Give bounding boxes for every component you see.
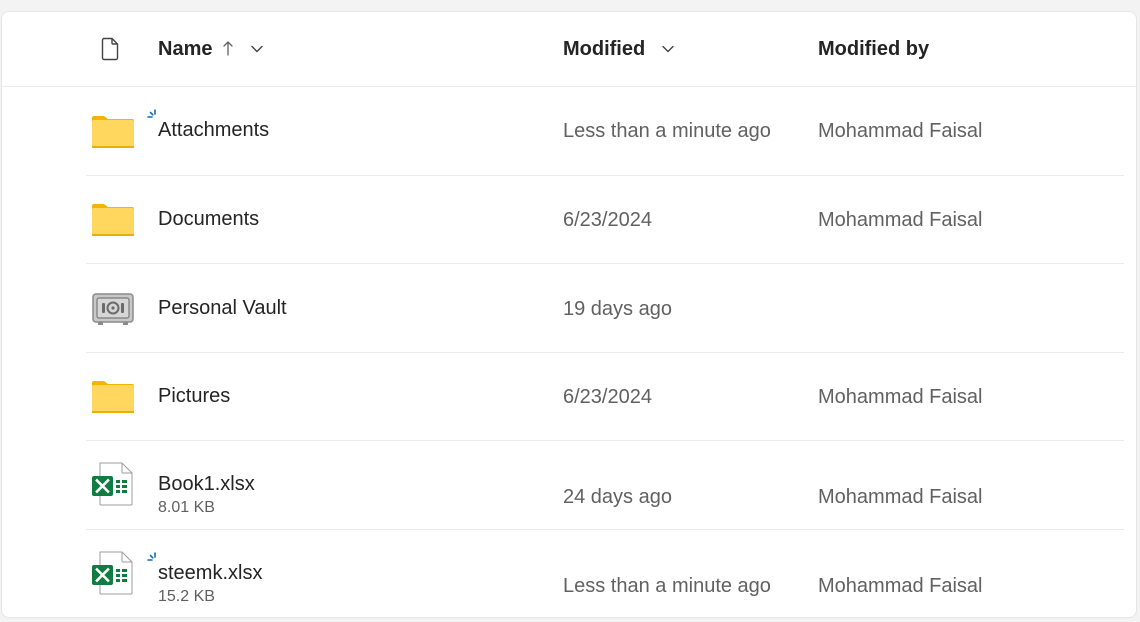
excel-file-icon (92, 551, 133, 595)
column-header-name[interactable]: Name (158, 36, 212, 62)
file-name[interactable]: Personal Vault (158, 295, 287, 321)
file-list-panel: Name Modified Modified by Attachments Le… (1, 11, 1137, 618)
file-modified-by: Mohammad Faisal (818, 486, 983, 508)
file-row[interactable]: Pictures 6/23/2024 Mohammad Faisal (86, 352, 1124, 441)
file-name[interactable]: Book1.xlsx (158, 471, 255, 497)
chevron-down-icon[interactable] (661, 44, 675, 54)
file-modified: Less than a minute ago (563, 120, 771, 142)
excel-file-icon (92, 462, 133, 506)
file-modified-by: Mohammad Faisal (818, 209, 983, 231)
folder-icon (92, 381, 134, 413)
file-size: 8.01 KB (158, 499, 215, 516)
sort-ascending-arrow-icon (223, 41, 233, 56)
file-size: 15.2 KB (158, 588, 215, 605)
file-name[interactable]: Pictures (158, 383, 230, 409)
folder-icon (92, 204, 134, 236)
file-modified-by: Mohammad Faisal (818, 386, 983, 408)
column-header-modified[interactable]: Modified (563, 36, 645, 62)
file-row[interactable]: Book1.xlsx 8.01 KB 24 days ago Mohammad … (86, 441, 1124, 530)
file-modified-by: Mohammad Faisal (818, 575, 983, 597)
file-modified: Less than a minute ago (563, 575, 771, 597)
vault-icon (92, 293, 134, 325)
file-name[interactable]: steemk.xlsx (158, 560, 262, 586)
file-row[interactable]: Personal Vault 19 days ago (86, 264, 1124, 353)
file-name[interactable]: Attachments (158, 117, 269, 143)
chevron-down-icon[interactable] (250, 44, 264, 54)
file-name[interactable]: Documents (158, 206, 259, 232)
folder-icon (92, 116, 134, 148)
file-row[interactable]: Documents 6/23/2024 Mohammad Faisal (86, 175, 1124, 264)
file-modified-by: Mohammad Faisal (818, 120, 983, 142)
file-modified: 6/23/2024 (563, 386, 652, 408)
file-modified: 19 days ago (563, 298, 672, 320)
column-header-modified-by[interactable]: Modified by (818, 36, 929, 62)
file-row[interactable]: steemk.xlsx 15.2 KB Less than a minute a… (86, 529, 1124, 617)
file-modified: 24 days ago (563, 486, 672, 508)
file-modified: 6/23/2024 (563, 209, 652, 231)
file-list-header: Name Modified Modified by (2, 12, 1136, 87)
file-type-icon[interactable] (100, 37, 120, 61)
file-row[interactable]: Attachments Less than a minute ago Moham… (86, 87, 1124, 176)
